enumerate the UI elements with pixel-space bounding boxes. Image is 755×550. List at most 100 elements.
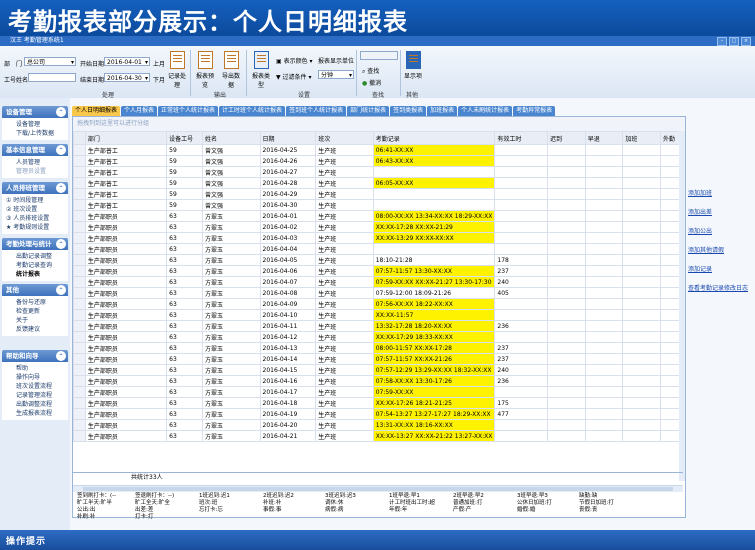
table-row[interactable]: 生产部职员 63 方翠玉 2016-04-16 生产班 07:58-XX:XX 13:30… [73, 375, 685, 387]
tab-overtime[interactable]: 加班报表 [427, 106, 458, 116]
col-valid-hours[interactable]: 有效工时 [494, 131, 549, 145]
start-date-input[interactable]: 2016-04-01 [104, 57, 150, 67]
sidebar-item-person-manage[interactable]: 人员管理 [2, 158, 68, 167]
sidebar-group-title[interactable]: 基本信息管理 [2, 144, 68, 156]
tab-missed-punch[interactable]: 个人未刷统计报表 [458, 106, 513, 116]
view-modify-log-link[interactable]: 查看考勤记录修改日志 [688, 283, 748, 292]
sidebar-item-about[interactable]: 关于 [2, 316, 68, 325]
search-button[interactable]: ⌕ 查找 [362, 66, 379, 76]
add-record-link[interactable]: 添加记录 [688, 264, 712, 273]
dept-select[interactable]: 总公司 [24, 57, 76, 67]
table-row[interactable]: 生产部普工 59 曾文强 2016-04-29 生产班 [73, 188, 685, 200]
table-row[interactable]: 生产部普工 59 曾文强 2016-04-28 生产班 06:05-XX:XX [73, 177, 685, 189]
table-row[interactable]: 生产部职员 63 方翠玉 2016-04-02 生产班 XX:XX-17:28 XX:XX… [73, 221, 685, 233]
tab-signin-shift-stats[interactable]: 签到班个人统计报表 [286, 106, 347, 116]
tab-signin-reports[interactable]: 签到类报表 [390, 106, 427, 116]
table-row[interactable]: 生产部职员 63 方翠玉 2016-04-13 生产班 08:00-11:57 XX:XX… [73, 342, 685, 354]
tab-exceptions[interactable]: 考勤异常报表 [513, 106, 556, 116]
end-date-input[interactable]: 2016-04-30 [104, 73, 150, 83]
table-row[interactable]: 生产部职员 63 方翠玉 2016-04-06 生产班 07:57-11:57 13:30… [73, 265, 685, 277]
filter-cond-button[interactable]: ▼ 过滤条件 ▾ [276, 72, 311, 81]
sidebar-item-person-shift[interactable]: ③ 人员排班设置 [2, 214, 68, 223]
next-month-button[interactable]: 下月 [153, 75, 165, 84]
table-row[interactable]: 生产部职员 63 方翠玉 2016-04-07 生产班 07:59-XX:XX XX:XX… [73, 276, 685, 288]
tab-hourly-shift-stats[interactable]: 计工时班个人统计报表 [219, 106, 286, 116]
table-row[interactable]: 生产部职员 63 方翠玉 2016-04-10 生产班 XX:XX-11:57 [73, 309, 685, 321]
add-other-leave-link[interactable]: 添加其他请假 [688, 245, 724, 254]
add-business-trip-link[interactable]: 添加出差 [688, 207, 712, 216]
add-official-out-link[interactable]: 添加公出 [688, 226, 712, 235]
export-data-button[interactable]: 导出数据 [220, 51, 242, 89]
sidebar-item-query[interactable]: 考勤记录查询 [2, 261, 68, 270]
report-preview-button[interactable]: 报表预览 [194, 51, 216, 89]
undo-button[interactable]: ● 撤消 [362, 78, 381, 87]
sidebar-item-backup[interactable]: 备份与还原 [2, 298, 68, 307]
sidebar-group-title[interactable]: 考勤处理与统计 [2, 238, 68, 250]
sidebar-item-shift-flow[interactable]: 班次设置流程 [2, 382, 68, 391]
tab-personal-daily[interactable]: 个人日明细报表 [72, 106, 121, 116]
col-name[interactable]: 姓名 [202, 131, 261, 145]
sidebar-item-reports[interactable]: 统计报表 [2, 270, 68, 279]
table-row[interactable]: 生产部职员 63 方翠玉 2016-04-15 生产班 07:57-12:29 13:29… [73, 364, 685, 376]
sidebar-group-title[interactable]: 其他 [2, 284, 68, 296]
vertical-scrollbar[interactable] [679, 131, 685, 481]
group-drop-area[interactable]: 拖拽列到这里可以进行分组 [73, 117, 685, 132]
unit-select[interactable]: 分钟 [318, 70, 354, 80]
sidebar-item-adjust[interactable]: 出勤记录调整 [2, 252, 68, 261]
sidebar-item-adjust-flow[interactable]: 出勤调整流程 [2, 400, 68, 409]
sidebar-group-title[interactable]: 帮助和向导 [2, 350, 68, 362]
table-row[interactable]: 生产部普工 59 曾文强 2016-04-25 生产班 06:41-XX:XX [73, 144, 685, 156]
minimize-icon[interactable]: – [717, 37, 727, 46]
sidebar-item-shift-settings[interactable]: ② 班次设置 [2, 205, 68, 214]
record-process-button[interactable]: 记录处理 [166, 51, 188, 89]
sidebar-group-title[interactable]: 设备管理 [2, 106, 68, 118]
col-early[interactable]: 早退 [584, 131, 624, 145]
show-color-button[interactable]: ▣ 表示颜色 ▾ [276, 56, 313, 65]
tab-normal-shift-stats[interactable]: 正常班个人统计报表 [158, 106, 219, 116]
sidebar-item-device-manage[interactable]: 设备管理 [2, 120, 68, 129]
table-row[interactable]: 生产部普工 59 曾文强 2016-04-26 生产班 06:43-XX:XX [73, 155, 685, 167]
col-overtime[interactable]: 加班 [622, 131, 662, 145]
scroll-thumb[interactable] [83, 487, 673, 491]
table-row[interactable]: 生产部职员 63 方翠玉 2016-04-18 生产班 XX:XX-17:26 18:21… [73, 397, 685, 409]
sidebar-item-report-flow[interactable]: 生成报表流程 [2, 409, 68, 418]
sidebar-item-rules[interactable]: ★ 考勤规则设置 [2, 223, 68, 232]
table-row[interactable]: 生产部职员 63 方翠玉 2016-04-04 生产班 [73, 243, 685, 255]
col-shift[interactable]: 班次 [315, 131, 374, 145]
sidebar-item-time-period[interactable]: ① 时间段管理 [2, 196, 68, 205]
sidebar-item-update[interactable]: 检查更新 [2, 307, 68, 316]
table-row[interactable]: 生产部职员 63 方翠玉 2016-04-17 生产班 07:59-XX:XX [73, 386, 685, 398]
table-row[interactable]: 生产部职员 63 方翠玉 2016-04-09 生产班 07:56-XX:XX 18:22… [73, 298, 685, 310]
table-row[interactable]: 生产部职员 63 方翠玉 2016-04-08 生产班 07:59-12:00 18:09… [73, 287, 685, 299]
col-late[interactable]: 迟到 [547, 131, 586, 145]
display-items-button[interactable]: 显示项 [402, 51, 424, 80]
col-record[interactable]: 考勤记录 [372, 131, 496, 145]
table-row[interactable]: 生产部职员 63 方翠玉 2016-04-20 生产班 13:31-XX:XX 18:16… [73, 419, 685, 431]
col-date[interactable]: 日期 [259, 131, 317, 145]
tab-dept-stats[interactable]: 部门统计报表 [347, 106, 390, 116]
sidebar-item-wizard[interactable]: 操作向导 [2, 373, 68, 382]
table-row[interactable]: 生产部职员 63 方翠玉 2016-04-01 生产班 08:00-XX:XX 13:34… [73, 210, 685, 222]
sidebar-item-admin-settings[interactable]: 管理员设置 [2, 167, 68, 176]
sidebar-item-feedback[interactable]: 反馈建议 [2, 325, 68, 334]
table-row[interactable]: 生产部职员 63 方翠玉 2016-04-11 生产班 13:32-17:28 18:20… [73, 320, 685, 332]
sidebar-item-help[interactable]: 帮助 [2, 364, 68, 373]
table-row[interactable]: 生产部职员 63 方翠玉 2016-04-19 生产班 07:54-13:27 13:27… [73, 408, 685, 420]
close-icon[interactable]: × [741, 37, 751, 46]
maximize-icon[interactable]: □ [729, 37, 739, 46]
sidebar-item-download-upload[interactable]: 下载/上传数据 [2, 129, 68, 138]
prev-month-button[interactable]: 上月 [153, 59, 165, 68]
sidebar-item-record-flow[interactable]: 记录管理流程 [2, 391, 68, 400]
table-row[interactable]: 生产部职员 63 方翠玉 2016-04-05 生产班 18:10-21:28 178 [73, 254, 685, 266]
col-dept[interactable]: 部门 [84, 131, 168, 145]
table-row[interactable]: 生产部职员 63 方翠玉 2016-04-12 生产班 XX:XX-17:29 18:33… [73, 331, 685, 343]
search-input[interactable] [360, 51, 398, 60]
table-row[interactable]: 生产部普工 59 曾文强 2016-04-30 生产班 [73, 199, 685, 211]
table-row[interactable]: 生产部职员 63 方翠玉 2016-04-03 生产班 XX:XX-13:29 XX:XX… [73, 232, 685, 244]
add-overtime-link[interactable]: 添加加班 [688, 188, 712, 197]
tab-personal-monthly[interactable]: 个人月报表 [121, 106, 158, 116]
table-row[interactable]: 生产部职员 63 方翠玉 2016-04-21 生产班 XX:XX-13:27 XX:XX… [73, 430, 685, 442]
report-type-button[interactable]: 报表类型 [250, 51, 272, 89]
sidebar-group-title[interactable]: 人员排班管理 [2, 182, 68, 194]
table-row[interactable]: 生产部职员 63 方翠玉 2016-04-14 生产班 07:57-11:57 XX:XX… [73, 353, 685, 365]
